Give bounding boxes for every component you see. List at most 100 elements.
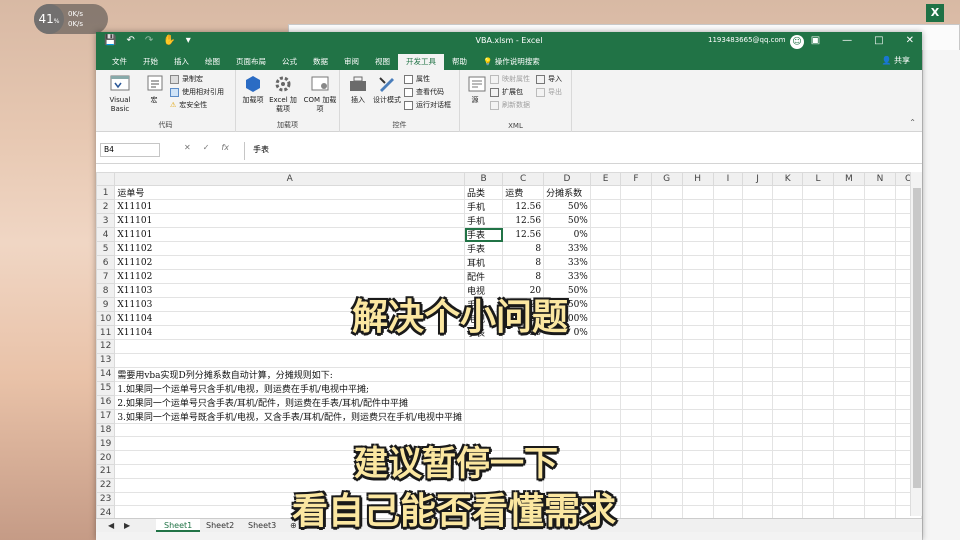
cell[interactable]: 8 xyxy=(502,269,545,284)
excel-desktop-icon[interactable]: X xyxy=(926,4,944,22)
tab-developer[interactable]: 开发工具 xyxy=(398,54,444,70)
cell[interactable] xyxy=(681,394,714,410)
cell[interactable] xyxy=(650,436,683,452)
cell[interactable]: 手表 xyxy=(464,227,504,242)
macro-security-button[interactable]: ⚠ 宏安全性 xyxy=(170,100,207,110)
cell[interactable] xyxy=(650,408,683,424)
cell[interactable] xyxy=(742,366,773,382)
cell[interactable] xyxy=(712,269,744,284)
run-dialog-button[interactable]: 运行对话框 xyxy=(404,100,451,110)
cell[interactable] xyxy=(589,394,622,410)
cell[interactable]: 耳机 xyxy=(464,255,504,270)
cell[interactable] xyxy=(712,241,744,256)
cell[interactable] xyxy=(771,366,804,382)
cell[interactable] xyxy=(681,436,714,452)
row-header[interactable]: 20 xyxy=(96,450,116,465)
cell[interactable] xyxy=(589,241,622,256)
cell[interactable] xyxy=(832,491,866,507)
cell[interactable] xyxy=(589,325,622,340)
cell[interactable]: 需要用vba实现D列分摊系数自动计算，分摊规则如下: xyxy=(114,366,466,382)
cell[interactable]: 12.56 xyxy=(502,213,545,228)
cell[interactable] xyxy=(771,380,804,396)
cell[interactable]: 12.56 xyxy=(502,199,545,214)
row-header[interactable]: 3 xyxy=(96,213,116,228)
formula-input[interactable]: 手表 xyxy=(244,142,916,160)
cell[interactable] xyxy=(864,241,896,256)
cell[interactable] xyxy=(681,213,714,228)
cell[interactable] xyxy=(543,394,591,410)
cell[interactable] xyxy=(832,255,866,270)
cell[interactable] xyxy=(589,213,622,228)
cell[interactable]: 运单号 xyxy=(114,185,466,200)
cell[interactable] xyxy=(771,339,804,354)
cell[interactable] xyxy=(681,463,714,479)
cell[interactable] xyxy=(742,380,773,396)
cell[interactable] xyxy=(802,255,834,270)
cell[interactable] xyxy=(502,408,545,424)
cell[interactable] xyxy=(832,408,866,424)
cell[interactable] xyxy=(589,408,622,424)
cell[interactable] xyxy=(712,477,744,493)
cell[interactable] xyxy=(650,255,683,270)
column-header[interactable]: F xyxy=(620,172,652,186)
row-header[interactable]: 9 xyxy=(96,297,116,312)
cell[interactable] xyxy=(832,311,866,326)
cell[interactable] xyxy=(543,408,591,424)
column-header[interactable]: J xyxy=(742,172,773,186)
cell[interactable] xyxy=(864,408,896,424)
row-header[interactable]: 2 xyxy=(96,199,116,214)
cell[interactable] xyxy=(502,366,545,382)
cell[interactable] xyxy=(464,339,504,354)
column-header[interactable]: G xyxy=(650,172,683,186)
export-button[interactable]: 导出 xyxy=(536,87,562,97)
cell[interactable] xyxy=(114,339,466,354)
cell[interactable] xyxy=(620,269,652,284)
cell[interactable] xyxy=(832,366,866,382)
cell[interactable] xyxy=(712,436,744,452)
cell[interactable] xyxy=(589,339,622,354)
cell[interactable]: 12.56 xyxy=(502,227,545,242)
cell[interactable] xyxy=(712,255,744,270)
tab-file[interactable]: 文件 xyxy=(104,54,135,70)
cell[interactable] xyxy=(832,283,866,298)
cell[interactable] xyxy=(650,269,683,284)
cell[interactable] xyxy=(681,339,714,354)
cell[interactable] xyxy=(802,269,834,284)
cell[interactable] xyxy=(864,436,896,452)
cell[interactable] xyxy=(650,325,683,340)
cell[interactable] xyxy=(864,422,896,438)
cell[interactable]: 运费 xyxy=(502,185,545,200)
cell[interactable] xyxy=(620,366,652,382)
cell[interactable] xyxy=(742,339,773,354)
cell[interactable] xyxy=(543,339,591,354)
cell[interactable] xyxy=(832,477,866,493)
cell[interactable] xyxy=(864,394,896,410)
column-header[interactable]: L xyxy=(802,172,834,186)
cell[interactable] xyxy=(771,450,804,465)
select-all-corner[interactable] xyxy=(96,172,116,186)
cell[interactable] xyxy=(681,491,714,507)
collapse-ribbon-icon[interactable]: ⌃ xyxy=(909,118,916,127)
cell[interactable] xyxy=(681,422,714,438)
cell[interactable] xyxy=(802,408,834,424)
cell[interactable] xyxy=(712,213,744,228)
cell[interactable] xyxy=(802,366,834,382)
cell[interactable] xyxy=(802,477,834,493)
record-macro-button[interactable]: 录制宏 xyxy=(170,74,203,84)
row-header[interactable]: 8 xyxy=(96,283,116,298)
cell[interactable] xyxy=(464,366,504,382)
column-header[interactable]: N xyxy=(864,172,896,186)
tab-review[interactable]: 审阅 xyxy=(336,54,367,70)
cancel-icon[interactable]: ✕ xyxy=(184,143,191,152)
cell[interactable] xyxy=(864,463,896,479)
cell[interactable] xyxy=(502,422,545,438)
cell[interactable] xyxy=(832,422,866,438)
cell[interactable] xyxy=(650,213,683,228)
cell[interactable] xyxy=(620,408,652,424)
cell[interactable] xyxy=(681,408,714,424)
expansion-packs-button[interactable]: 扩展包 xyxy=(490,87,523,97)
cell[interactable] xyxy=(742,422,773,438)
cell[interactable] xyxy=(589,463,622,479)
cell[interactable] xyxy=(742,394,773,410)
cell[interactable] xyxy=(681,269,714,284)
